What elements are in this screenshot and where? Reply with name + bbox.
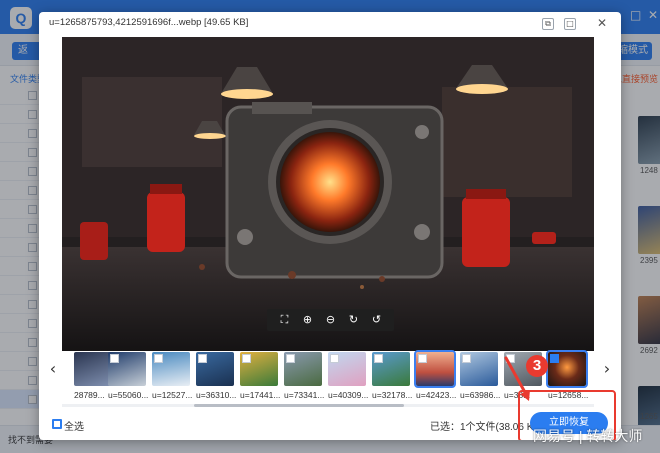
dialog-title: u=1265875793,4212591696f...webp [49.65 K… xyxy=(49,17,249,28)
rotate-left-icon[interactable]: ↺ xyxy=(369,312,385,328)
select-all-label[interactable]: 全选 xyxy=(64,418,84,433)
thumbnail-label: u=63986... xyxy=(460,390,501,400)
thumbnail-label: u=12527... xyxy=(152,390,193,400)
zoom-out-icon[interactable]: ⊖ xyxy=(323,312,339,328)
zoom-in-icon[interactable]: ⊕ xyxy=(300,312,316,328)
preview-image-artwork xyxy=(62,37,594,351)
watermark: 网易号 | 转转大师 xyxy=(533,428,643,444)
thumbnail-label: u=40309... xyxy=(328,390,369,400)
image-toolbar: ⛶ ⊕ ⊖ ↻ ↺ xyxy=(267,309,394,331)
scrollbar-thumb[interactable] xyxy=(194,404,404,407)
next-arrow-icon[interactable]: › xyxy=(600,361,614,377)
thumbnail[interactable] xyxy=(240,352,278,386)
thumbnail[interactable] xyxy=(284,352,322,386)
thumbnail-label: u=32178... xyxy=(372,390,413,400)
thumbnail[interactable] xyxy=(546,350,588,388)
rotate-right-icon[interactable]: ↻ xyxy=(346,312,362,328)
thumbnail-label: u=42423... xyxy=(416,390,457,400)
fit-screen-icon[interactable]: ⛶ xyxy=(277,312,293,328)
select-all-checkbox[interactable] xyxy=(52,419,62,429)
thumbnail-label: u=73341... xyxy=(284,390,325,400)
thumbnail[interactable] xyxy=(328,352,366,386)
thumbnail[interactable] xyxy=(196,352,234,386)
maximize-icon[interactable]: □ xyxy=(564,18,576,30)
thumbnail-label: u=36310... xyxy=(196,390,237,400)
thumbnail[interactable] xyxy=(108,352,146,386)
preview-image: ⛶ ⊕ ⊖ ↻ ↺ xyxy=(62,37,594,351)
restore-window-icon[interactable]: ⧉ xyxy=(542,18,554,30)
thumbnail-label: u=17441... xyxy=(240,390,281,400)
step-badge: 3 xyxy=(526,355,548,377)
thumbnail-label: u=55060... xyxy=(108,390,149,400)
thumbnail[interactable] xyxy=(74,352,112,386)
thumbnail[interactable] xyxy=(414,350,456,388)
prev-arrow-icon[interactable]: ‹ xyxy=(46,361,60,377)
close-icon[interactable]: ✕ xyxy=(594,15,610,31)
thumbnail[interactable] xyxy=(372,352,410,386)
thumbnail[interactable] xyxy=(152,352,190,386)
thumbnail[interactable] xyxy=(460,352,498,386)
